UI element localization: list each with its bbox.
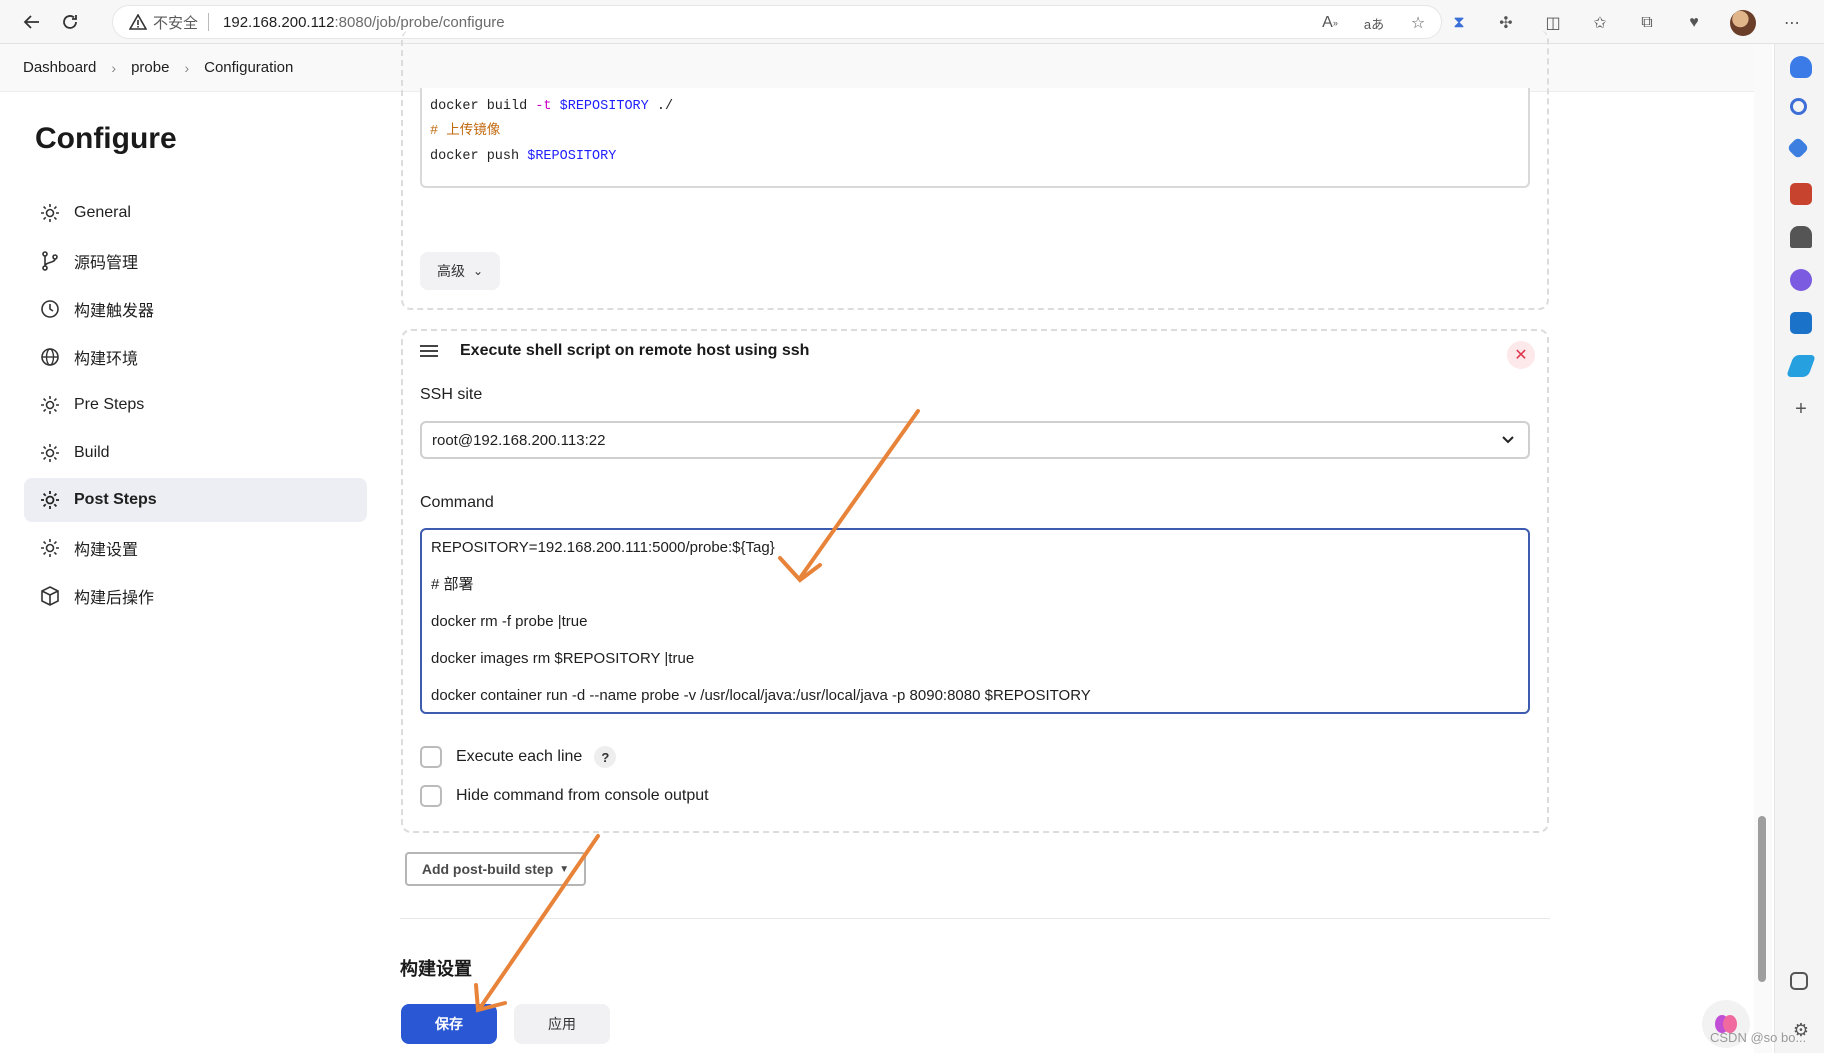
advanced-button[interactable]: 高级 ⌄ [420, 252, 500, 290]
command-line: docker rm -f probe |true [431, 613, 588, 630]
chevron-right-icon: › [184, 59, 190, 76]
sidebar-item-label: 构建触发器 [74, 303, 155, 320]
advanced-label: 高级 [436, 263, 465, 279]
breadcrumb-configuration[interactable]: Configuration [204, 59, 293, 76]
sidebar-item-environment[interactable]: 构建环境 [24, 335, 367, 379]
apply-button[interactable]: 应用 [514, 1004, 610, 1044]
chevron-down-icon [1500, 431, 1516, 452]
sidebar-item-build[interactable]: Build [24, 431, 367, 475]
screenshot-icon[interactable] [1790, 972, 1808, 990]
help-icon[interactable]: ? [594, 746, 617, 768]
add-post-build-step-label: Add post-build step [421, 861, 554, 877]
hide-command-row: Hide command from console output [420, 785, 709, 807]
execute-each-line-checkbox[interactable] [420, 746, 442, 768]
add-icon[interactable]: + [1790, 398, 1812, 420]
hide-command-checkbox[interactable] [420, 785, 442, 807]
execute-each-line-label: Execute each line [456, 748, 583, 765]
step-header: Execute shell script on remote host usin… [420, 342, 809, 360]
code-line: docker push $REPOSITORY [430, 149, 617, 164]
caret-down-icon: ▼ [559, 863, 570, 875]
gear-icon [38, 441, 62, 465]
cube-icon [38, 584, 62, 608]
favorites-icon[interactable]: ✩ [1589, 12, 1611, 34]
command-line: docker images rm $REPOSITORY |true [431, 650, 695, 667]
split-screen-icon[interactable]: ◫ [1542, 12, 1564, 34]
sidebar-item-label: General [74, 204, 131, 221]
ssh-site-select[interactable]: root@192.168.200.113:22 [420, 421, 1530, 459]
command-label: Command [420, 494, 494, 511]
ssh-site-label: SSH site [420, 386, 483, 403]
watermark: CSDN @so bo... [1710, 1030, 1807, 1045]
breadcrumb-probe[interactable]: probe [131, 59, 169, 76]
games-chess-icon[interactable] [1790, 226, 1812, 248]
url-host: 192.168.200.112 [223, 13, 335, 31]
back-arrow-icon[interactable] [18, 8, 46, 36]
refresh-icon[interactable] [56, 8, 84, 36]
sidebar-item-label: Build [74, 444, 110, 461]
section-divider [400, 918, 1550, 919]
collections-icon[interactable]: ⧉ [1636, 12, 1658, 34]
add-post-build-step-button[interactable]: Add post-build step ▼ [405, 852, 586, 886]
gear-icon [38, 201, 62, 225]
sidebar-item-label: Post Steps [74, 491, 157, 508]
sidebar-item-label: 构建后操作 [74, 590, 155, 607]
sidebar-item-post-steps[interactable]: Post Steps [24, 478, 367, 522]
save-button[interactable]: 保存 [401, 1004, 497, 1044]
gear-icon [38, 488, 62, 512]
branch-icon [38, 249, 62, 273]
sidebar-item-general[interactable]: General [24, 191, 367, 235]
ssh-site-value: root@192.168.200.113:22 [432, 431, 606, 449]
page-title: Configure [35, 122, 177, 155]
clock-icon [38, 297, 62, 321]
breadcrumb-dashboard[interactable]: Dashboard [23, 59, 96, 76]
sidebar-item-build-settings[interactable]: 构建设置 [24, 526, 367, 570]
execute-each-line-row: Execute each line ? [420, 746, 617, 768]
warning-icon [129, 13, 147, 31]
url-path: :8080/job/probe/configure [334, 13, 505, 31]
code-comment: # 上传镜像 [430, 124, 501, 139]
sidebar-item-pre-steps[interactable]: Pre Steps [24, 383, 367, 427]
profile-avatar[interactable] [1730, 10, 1756, 36]
sidebar-item-label: 源码管理 [74, 255, 139, 272]
chevron-down-icon: ⌄ [472, 264, 484, 278]
sidebar-item-triggers[interactable]: 构建触发器 [24, 287, 367, 331]
code-line: docker build -t $REPOSITORY ./ [430, 99, 674, 114]
browser-essentials-icon[interactable]: ♥ [1683, 12, 1705, 34]
drag-handle-icon[interactable] [420, 345, 438, 357]
sidebar-item-scm[interactable]: 源码管理 [24, 239, 367, 283]
command-line: docker container run -d --name probe -v … [431, 687, 1091, 704]
sidebar-item-label: 构建设置 [74, 542, 139, 559]
close-icon[interactable]: ✕ [1507, 341, 1535, 369]
command-line: REPOSITORY=192.168.200.111:5000/probe:${… [431, 539, 775, 556]
sidebar-item-label: Pre Steps [74, 396, 145, 413]
step-title: Execute shell script on remote host usin… [460, 342, 810, 359]
scrollbar-thumb[interactable] [1758, 816, 1766, 982]
gear-icon [38, 393, 62, 417]
insecure-label: 不安全 [153, 14, 199, 32]
browser-sidebar: + ⚙ [1774, 44, 1824, 1053]
gear-icon [38, 536, 62, 560]
hide-command-label: Hide command from console output [456, 787, 709, 804]
search-icon[interactable] [1790, 98, 1807, 115]
chevron-right-icon: › [111, 59, 117, 76]
shopping-tag-icon[interactable] [1786, 136, 1810, 160]
globe-icon [38, 345, 62, 369]
sidebar-item-label: 构建环境 [74, 351, 139, 368]
sidebar-item-post-build-actions[interactable]: 构建后操作 [24, 574, 367, 618]
command-textarea[interactable]: REPOSITORY=192.168.200.111:5000/probe:${… [420, 528, 1530, 714]
address-divider [208, 13, 210, 31]
command-line: # 部署 [431, 576, 474, 593]
toolbox-icon[interactable] [1790, 183, 1812, 205]
previous-command-textarea[interactable]: docker build -t $REPOSITORY ./ # 上传镜像 do… [420, 88, 1530, 188]
more-menu-icon[interactable]: ⋯ [1781, 12, 1803, 34]
send-icon[interactable] [1785, 355, 1817, 377]
copilot-app-icon[interactable] [1790, 269, 1812, 291]
section-title: 构建设置 [400, 959, 472, 979]
outlook-icon[interactable] [1790, 312, 1812, 334]
notification-bell-icon[interactable] [1790, 56, 1812, 78]
